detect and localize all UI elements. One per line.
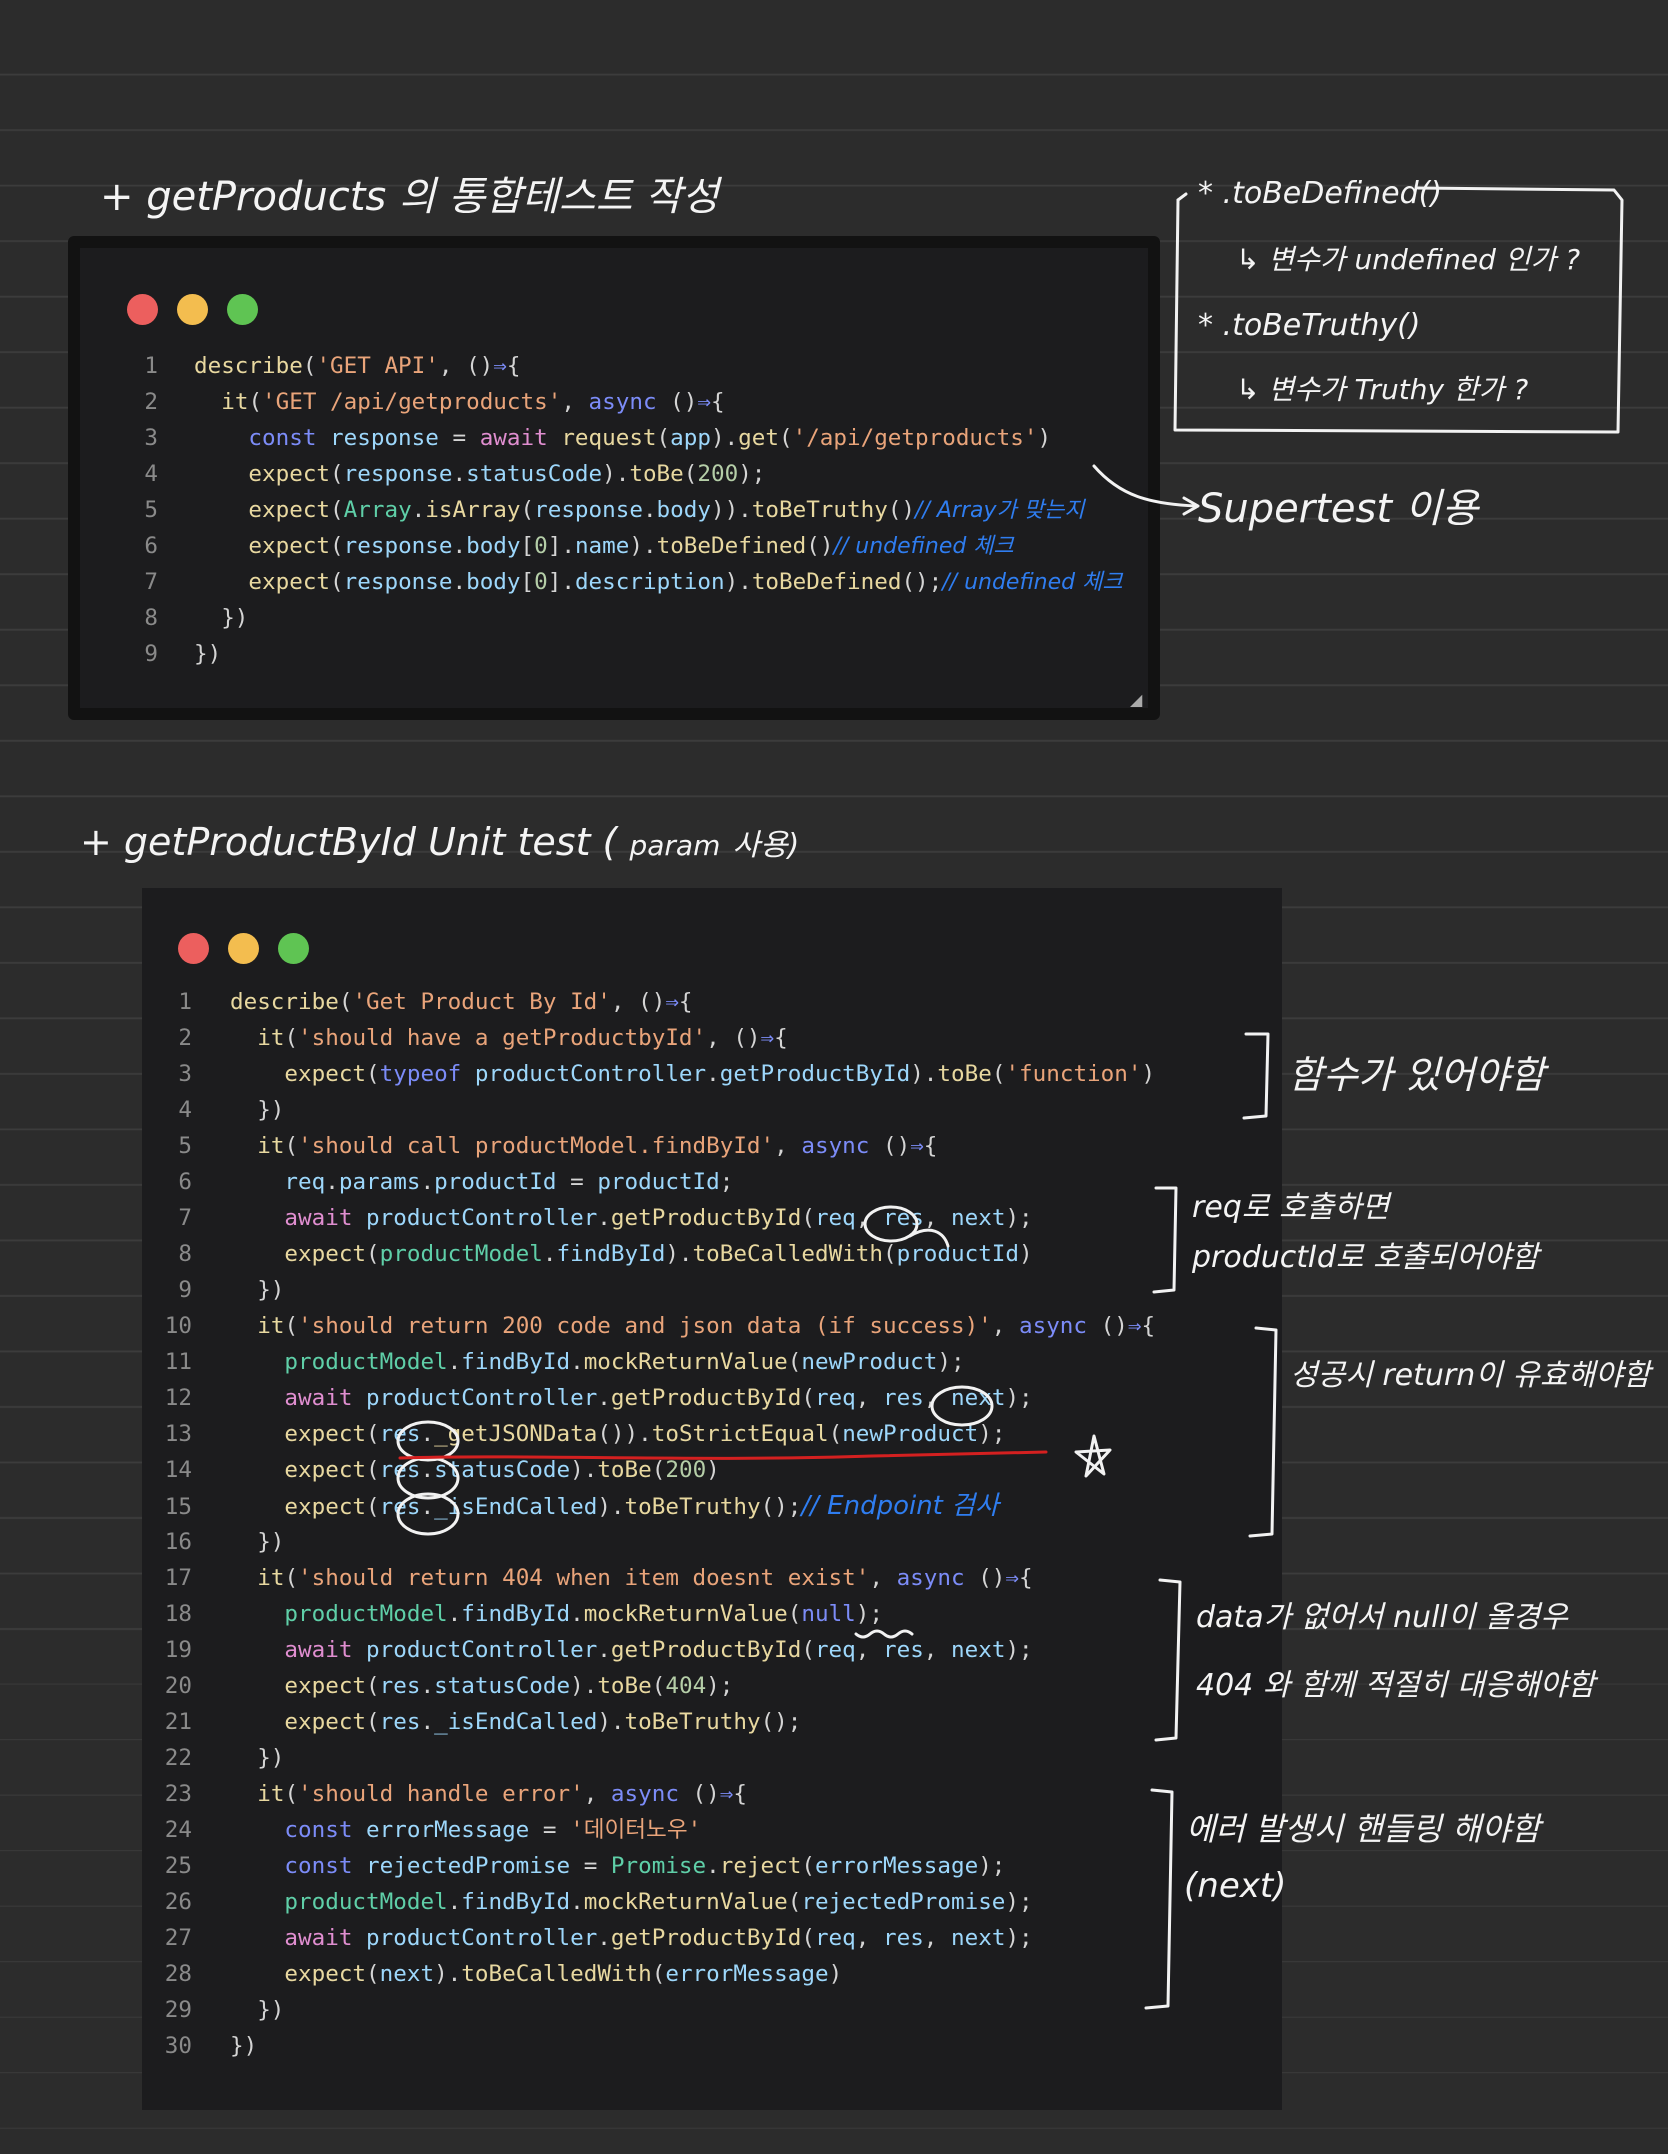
- section1-heading: + getProducts 의 통합테스트 작성: [100, 174, 719, 220]
- section2-heading-end: 사용): [732, 828, 800, 863]
- code-line: 8 expect(productModel.findById).toBeCall…: [178, 1241, 1033, 1267]
- code-line: 9}): [144, 641, 222, 667]
- code-line: 6 expect(response.body[0].name).toBeDefi…: [144, 533, 1014, 559]
- minimize-dot-icon[interactable]: [177, 294, 208, 325]
- code-line: 20 expect(res.statusCode).toBe(404);: [164, 1673, 734, 1699]
- note-call-with-req: req로 호출하면: [1192, 1190, 1390, 1225]
- code-line: 30}): [164, 2033, 258, 2059]
- code-line: 21 expect(res._isEndCalled).toBeTruthy()…: [164, 1709, 802, 1735]
- code-line: 1 describe('Get Product By Id', ()⇒{: [178, 989, 693, 1015]
- code-line: 15 expect(res._isEndCalled).toBeTruthy()…: [164, 1491, 999, 1521]
- minimize-dot-icon[interactable]: [228, 933, 259, 964]
- code-line: 2 it('should have a getProductbyId', ()⇒…: [178, 1025, 788, 1051]
- code-line: 16 }): [164, 1529, 285, 1555]
- code-line: 25 const rejectedPromise = Promise.rejec…: [164, 1853, 1006, 1879]
- note-box-top-left: [1176, 192, 1188, 202]
- section2-heading: + getProductById Unit test ( param 사용): [80, 820, 799, 864]
- note-tobedefined-desc: ↳ 변수가 undefined 인가 ?: [1236, 243, 1581, 276]
- code-line: 28 expect(next).toBeCalledWith(errorMess…: [164, 1961, 843, 1987]
- maximize-dot-icon[interactable]: [227, 294, 258, 325]
- note-next: (next): [1184, 1866, 1287, 1906]
- code-line: 22 }): [164, 1745, 285, 1771]
- comment-undefined-check: // undefined 체크: [833, 534, 1014, 559]
- comment-undefined-check: // undefined 체크: [942, 570, 1123, 595]
- code-line: 7 expect(response.body[0].description).t…: [144, 569, 1123, 595]
- code-line: 5 expect(Array.isArray(response.body)).t…: [144, 497, 1085, 523]
- resize-handle-icon[interactable]: ◢: [1130, 690, 1144, 709]
- code-line: 14 expect(res.statusCode).toBe(200): [164, 1457, 720, 1483]
- note-tobetruthy-desc: ↳ 변수가 Truthy 한가 ?: [1236, 373, 1529, 406]
- note-404-response: 404 와 함께 적절히 대응해야함: [1196, 1668, 1596, 1703]
- close-dot-icon[interactable]: [127, 294, 158, 325]
- comment-endpoint-check: // Endpoint 검사: [801, 1491, 999, 1521]
- code-window-getproductbyid: 1 describe('Get Product By Id', ()⇒{ 2 it(…: [142, 888, 1282, 2110]
- section2-heading-main: + getProductById Unit test (: [80, 820, 618, 864]
- code-line: 3 const response = await request(app).ge…: [144, 425, 1052, 451]
- note-tobetruthy-title: * .toBeTruthy(): [1198, 308, 1421, 343]
- code-line: 3 expect(typeof productController.getPro…: [178, 1061, 1156, 1087]
- code-line: 10 it('should return 200 code and json d…: [164, 1313, 1156, 1339]
- section2-heading-param: param: [629, 829, 721, 862]
- code-line: 9 }): [178, 1277, 285, 1303]
- window-controls: [127, 294, 258, 325]
- comment-array-check: // Array가 맞는지: [915, 498, 1085, 523]
- code-line: 26 productModel.findById.mockReturnValue…: [164, 1889, 1033, 1915]
- note-function-exists: 함수가 있어야함: [1288, 1053, 1545, 1097]
- code-window-getproducts: 1 describe('GET API', ()⇒{ 2 it('GET /api/…: [68, 236, 1160, 720]
- code-line: 12 await productController.getProductByI…: [164, 1385, 1033, 1411]
- code-line: 6 req.params.productId = productId;: [178, 1169, 734, 1195]
- code-line: 19 await productController.getProductByI…: [164, 1637, 1033, 1663]
- code-line: 2 it('GET /api/getproducts', async ()⇒{: [144, 389, 725, 415]
- code-line: 4 expect(response.statusCode).toBe(200);: [144, 461, 766, 487]
- code-line: 18 productModel.findById.mockReturnValue…: [164, 1601, 883, 1627]
- window-controls: [178, 933, 309, 964]
- maximize-dot-icon[interactable]: [278, 933, 309, 964]
- code-line: 23 it('should handle error', async ()⇒{: [164, 1781, 747, 1807]
- code-line: 4 }): [178, 1097, 285, 1123]
- close-dot-icon[interactable]: [178, 933, 209, 964]
- note-supertest: Supertest 이용: [1198, 486, 1479, 532]
- note-null-data: data가 없어서 null이 올경우: [1196, 1600, 1568, 1635]
- code-block-getproducts: 1 describe('GET API', ()⇒{ 2 it('GET /api/…: [120, 348, 1123, 672]
- note-tobedefined-title: * .toBeDefined(): [1198, 176, 1443, 211]
- code-line: 13 expect(res._getJSONData()).toStrictEq…: [164, 1421, 1006, 1447]
- code-block-getproductbyid: 1 describe('Get Product By Id', ()⇒{ 2 it(…: [142, 984, 1155, 2064]
- code-line: 8 }): [144, 605, 249, 631]
- code-line: 11 productModel.findById.mockReturnValue…: [164, 1349, 965, 1375]
- code-line: 1 describe('GET API', ()⇒{: [144, 353, 521, 379]
- code-line: 7 await productController.getProductById…: [178, 1205, 1033, 1231]
- code-line: 5 it('should call productModel.findById'…: [178, 1133, 938, 1159]
- code-line: 24 const errorMessage = '데이터노우': [164, 1817, 702, 1843]
- code-line: 27 await productController.getProductByI…: [164, 1925, 1033, 1951]
- code-line: 29 }): [164, 1997, 285, 2023]
- code-line: 17 it('should return 404 when item doesn…: [164, 1565, 1033, 1591]
- supertest-arrowhead-icon: [1182, 496, 1200, 516]
- note-call-with-productid: productId로 호출되어야함: [1192, 1240, 1539, 1275]
- note-success-return: 성공시 return이 유효해야함: [1290, 1358, 1651, 1393]
- note-error-handling: 에러 발생시 핸들링 해야함: [1186, 1810, 1541, 1848]
